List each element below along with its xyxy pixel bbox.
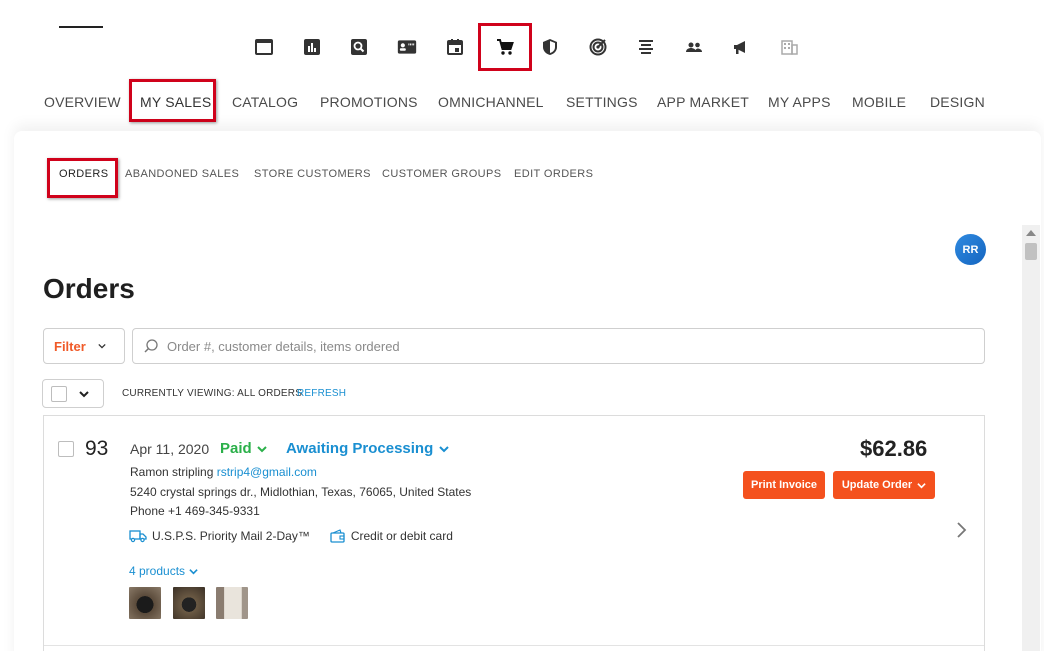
reports-chart-icon[interactable] (293, 28, 331, 66)
nav-overview[interactable]: OVERVIEW (44, 80, 121, 124)
subnav-abandoned-sales[interactable]: ABANDONED SALES (125, 168, 239, 180)
chevron-down-icon (79, 390, 89, 397)
chevron-down-icon (98, 343, 106, 349)
page-title: Orders (43, 273, 135, 304)
megaphone-icon[interactable] (722, 28, 760, 66)
currently-viewing-label: CURRENTLY VIEWING: ALL ORDERS (122, 388, 303, 399)
sub-nav: ORDERS ABANDONED SALES STORE CUSTOMERS C… (0, 160, 1044, 190)
payment-status-dropdown[interactable]: Paid (220, 440, 267, 457)
customer-address: 5240 crystal springs dr., Midlothian, Te… (130, 485, 472, 499)
shipping-method-label: U.S.P.S. Priority Mail 2-Day™ (152, 529, 310, 543)
filter-label: Filter (54, 338, 86, 354)
refresh-link[interactable]: REFRESH (297, 388, 346, 399)
nav-app-market[interactable]: APP MARKET (657, 80, 749, 124)
top-icon-bar: " " (0, 23, 1044, 71)
chevron-down-icon (256, 445, 267, 452)
dashboard-window-icon[interactable] (245, 28, 283, 66)
building-icon[interactable] (770, 28, 808, 66)
customer-name: Ramon stripling (130, 465, 214, 479)
products-link-label: 4 products (129, 564, 186, 578)
subnav-customer-groups[interactable]: CUSTOMER GROUPS (382, 168, 501, 180)
nav-promotions[interactable]: PROMOTIONS (320, 80, 418, 124)
security-shield-icon[interactable] (531, 28, 569, 66)
delivery-truck-icon (129, 530, 147, 543)
search-icon (144, 339, 158, 353)
app-page: " " OVERVIEW MY SALES CATALOG PROMOTIONS… (0, 0, 1044, 651)
product-thumbnail[interactable] (173, 587, 205, 619)
chevron-right-icon[interactable] (954, 521, 968, 539)
avatar[interactable]: RR (955, 234, 986, 265)
payment-method: Credit or debit card (330, 529, 453, 543)
chevron-down-icon (439, 445, 449, 452)
search-input[interactable] (167, 338, 947, 354)
order-checkbox[interactable] (58, 441, 74, 457)
nav-my-apps[interactable]: MY APPS (768, 80, 831, 124)
svg-text:": " (411, 42, 415, 51)
select-all-checkbox[interactable] (51, 385, 67, 402)
order-number[interactable]: 93 (85, 437, 108, 461)
filter-button[interactable]: Filter (43, 328, 125, 364)
scrollbar[interactable] (1022, 225, 1040, 651)
my-sales-highlight (129, 79, 216, 122)
shopping-cart-icon[interactable] (478, 23, 532, 71)
fulfillment-status-label: Awaiting Processing (286, 440, 434, 457)
scroll-up-arrow-icon[interactable] (1026, 230, 1036, 236)
calendar-icon[interactable] (436, 28, 474, 66)
chevron-down-icon (917, 482, 926, 488)
customer-line: Ramon stripling rstrip4@gmail.com (130, 465, 317, 479)
subnav-store-customers[interactable]: STORE CUSTOMERS (254, 168, 371, 180)
nav-design[interactable]: DESIGN (930, 80, 985, 124)
bulk-select-dropdown[interactable] (42, 379, 104, 408)
shipping-method: U.S.P.S. Priority Mail 2-Day™ (129, 529, 310, 543)
chevron-down-icon (189, 568, 198, 574)
subnav-active-underline (59, 26, 103, 28)
fulfillment-status-dropdown[interactable]: Awaiting Processing (286, 440, 449, 457)
contacts-card-icon[interactable]: " " (388, 28, 426, 66)
products-toggle[interactable]: 4 products (129, 564, 198, 578)
wallet-icon (330, 529, 345, 543)
update-order-button[interactable]: Update Order (833, 471, 935, 499)
order-total: $62.86 (860, 436, 928, 461)
customer-email-link[interactable]: rstrip4@gmail.com (217, 465, 317, 479)
people-icon[interactable] (675, 28, 713, 66)
payment-status-label: Paid (220, 440, 252, 457)
nav-omnichannel[interactable]: OMNICHANNEL (438, 80, 544, 124)
print-invoice-button[interactable]: Print Invoice (743, 471, 825, 499)
customer-phone: Phone +1 469-345-9331 (130, 504, 260, 518)
scroll-thumb[interactable] (1025, 243, 1037, 260)
target-radar-icon[interactable] (579, 28, 617, 66)
nav-settings[interactable]: SETTINGS (566, 80, 638, 124)
nav-mobile[interactable]: MOBILE (852, 80, 906, 124)
nav-catalog[interactable]: CATALOG (232, 80, 298, 124)
search-box (132, 328, 985, 364)
product-thumbnail[interactable] (216, 587, 248, 619)
update-order-label: Update Order (841, 479, 913, 491)
product-thumbnail[interactable] (129, 587, 161, 619)
subnav-edit-orders[interactable]: EDIT ORDERS (514, 168, 593, 180)
order-meta-row: U.S.P.S. Priority Mail 2-Day™ Credit or … (129, 529, 473, 543)
row-divider (44, 645, 984, 646)
orders-highlight (47, 158, 118, 198)
order-date: Apr 11, 2020 (130, 441, 210, 457)
search-box-icon[interactable] (340, 28, 378, 66)
text-align-icon[interactable] (627, 28, 665, 66)
payment-method-label: Credit or debit card (350, 529, 453, 543)
